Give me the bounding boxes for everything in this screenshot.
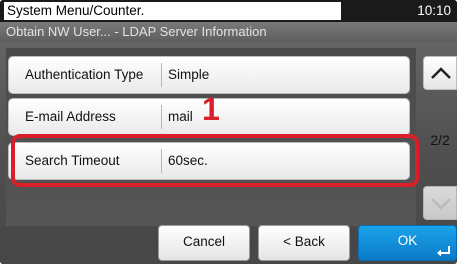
row-value: mail xyxy=(168,109,193,124)
row-label: E-mail Address xyxy=(25,109,116,124)
row-divider xyxy=(161,63,162,87)
title-bar: System Menu/Counter. 10:10 xyxy=(0,0,457,22)
enter-icon xyxy=(437,246,450,257)
cancel-button[interactable]: Cancel xyxy=(158,225,250,261)
system-menu-title[interactable]: System Menu/Counter. xyxy=(4,2,341,20)
chevron-up-icon xyxy=(431,67,451,79)
row-divider xyxy=(161,105,162,129)
chevron-down-icon xyxy=(431,198,451,210)
breadcrumb: Obtain NW User... - LDAP Server Informat… xyxy=(0,22,457,42)
screen: System Menu/Counter. 10:10 Obtain NW Use… xyxy=(0,0,457,264)
callout-number: 1 xyxy=(202,91,220,127)
scroll-down-button[interactable] xyxy=(423,186,457,220)
ok-label: OK xyxy=(397,233,418,248)
row-value: Simple xyxy=(168,67,210,82)
row-authentication-type[interactable]: Authentication Type Simple xyxy=(8,56,410,94)
clock: 10:10 xyxy=(417,3,451,18)
highlight-box xyxy=(11,134,419,187)
row-label: Authentication Type xyxy=(25,67,144,82)
page-indicator: 2/2 xyxy=(430,132,450,148)
ok-button[interactable]: OK xyxy=(358,225,457,261)
scroll-up-button[interactable] xyxy=(423,56,457,90)
back-button[interactable]: < Back xyxy=(258,225,350,261)
